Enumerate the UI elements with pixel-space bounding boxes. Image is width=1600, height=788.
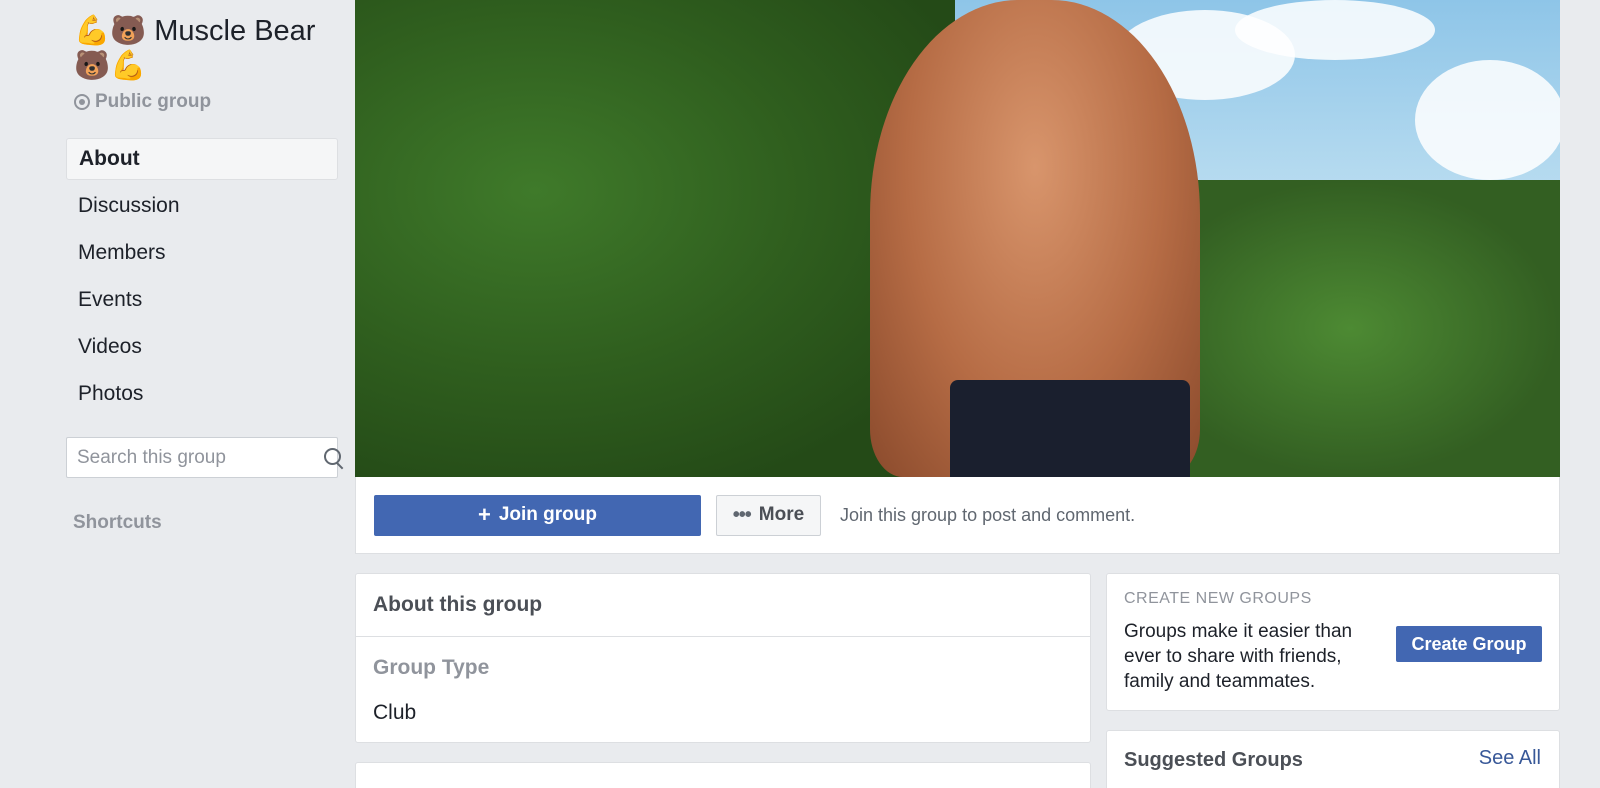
group-type-value: Club: [373, 701, 417, 724]
nav-item-photos[interactable]: Photos: [66, 373, 338, 415]
cover-cloud: [1415, 60, 1560, 180]
nav-item-events[interactable]: Events: [66, 279, 338, 321]
create-groups-heading: CREATE NEW GROUPS: [1124, 590, 1312, 607]
cover-photo[interactable]: [355, 0, 1560, 477]
see-all-link[interactable]: See All: [1479, 747, 1541, 770]
join-hint: Join this group to post and comment.: [840, 504, 1136, 525]
group-type-label: Group Type: [373, 656, 490, 679]
group-nav: About Discussion Members Events Videos P…: [66, 138, 338, 420]
more-dots-icon: •••: [732, 504, 752, 526]
about-card: About this group Group Type Club: [355, 573, 1091, 743]
search-input[interactable]: [77, 446, 322, 469]
group-page: 💪🐻 Muscle Bear 🐻💪 Public group About Dis…: [0, 0, 1600, 788]
globe-icon: [74, 94, 90, 110]
nav-item-about[interactable]: About: [66, 138, 338, 180]
search-icon[interactable]: [322, 446, 341, 470]
group-search: [66, 437, 341, 478]
join-group-label: Join group: [498, 504, 597, 525]
join-group-button[interactable]: + Join group: [374, 494, 701, 536]
shortcuts-label: Shortcuts: [73, 512, 162, 533]
nav-item-videos[interactable]: Videos: [66, 326, 338, 368]
suggested-groups-card: Suggested Groups See All: [1106, 730, 1560, 788]
plus-icon: +: [477, 502, 491, 527]
create-group-button[interactable]: Create Group: [1396, 626, 1542, 662]
cover-trees: [355, 0, 955, 477]
about-title: About this group: [356, 574, 1090, 637]
group-title[interactable]: 💪🐻 Muscle Bear 🐻💪: [74, 14, 334, 84]
nav-item-members[interactable]: Members: [66, 232, 338, 274]
suggested-groups-title: Suggested Groups: [1124, 749, 1303, 771]
group-privacy-label: Public group: [95, 91, 212, 112]
left-sidebar: 💪🐻 Muscle Bear 🐻💪 Public group About Dis…: [60, 0, 341, 788]
cover-shorts: [950, 380, 1190, 477]
group-action-bar: + Join group ••• More Join this group to…: [355, 477, 1560, 554]
nav-item-discussion[interactable]: Discussion: [66, 185, 338, 227]
create-groups-card: CREATE NEW GROUPS Groups make it easier …: [1106, 573, 1560, 711]
more-button[interactable]: ••• More: [716, 494, 821, 536]
group-privacy: Public group: [74, 91, 211, 113]
members-card: [355, 762, 1091, 788]
create-groups-description: Groups make it easier than ever to share…: [1124, 621, 1353, 692]
cover-trees-right: [1140, 180, 1560, 477]
more-label: More: [758, 504, 805, 525]
cover-cloud: [1235, 0, 1435, 60]
